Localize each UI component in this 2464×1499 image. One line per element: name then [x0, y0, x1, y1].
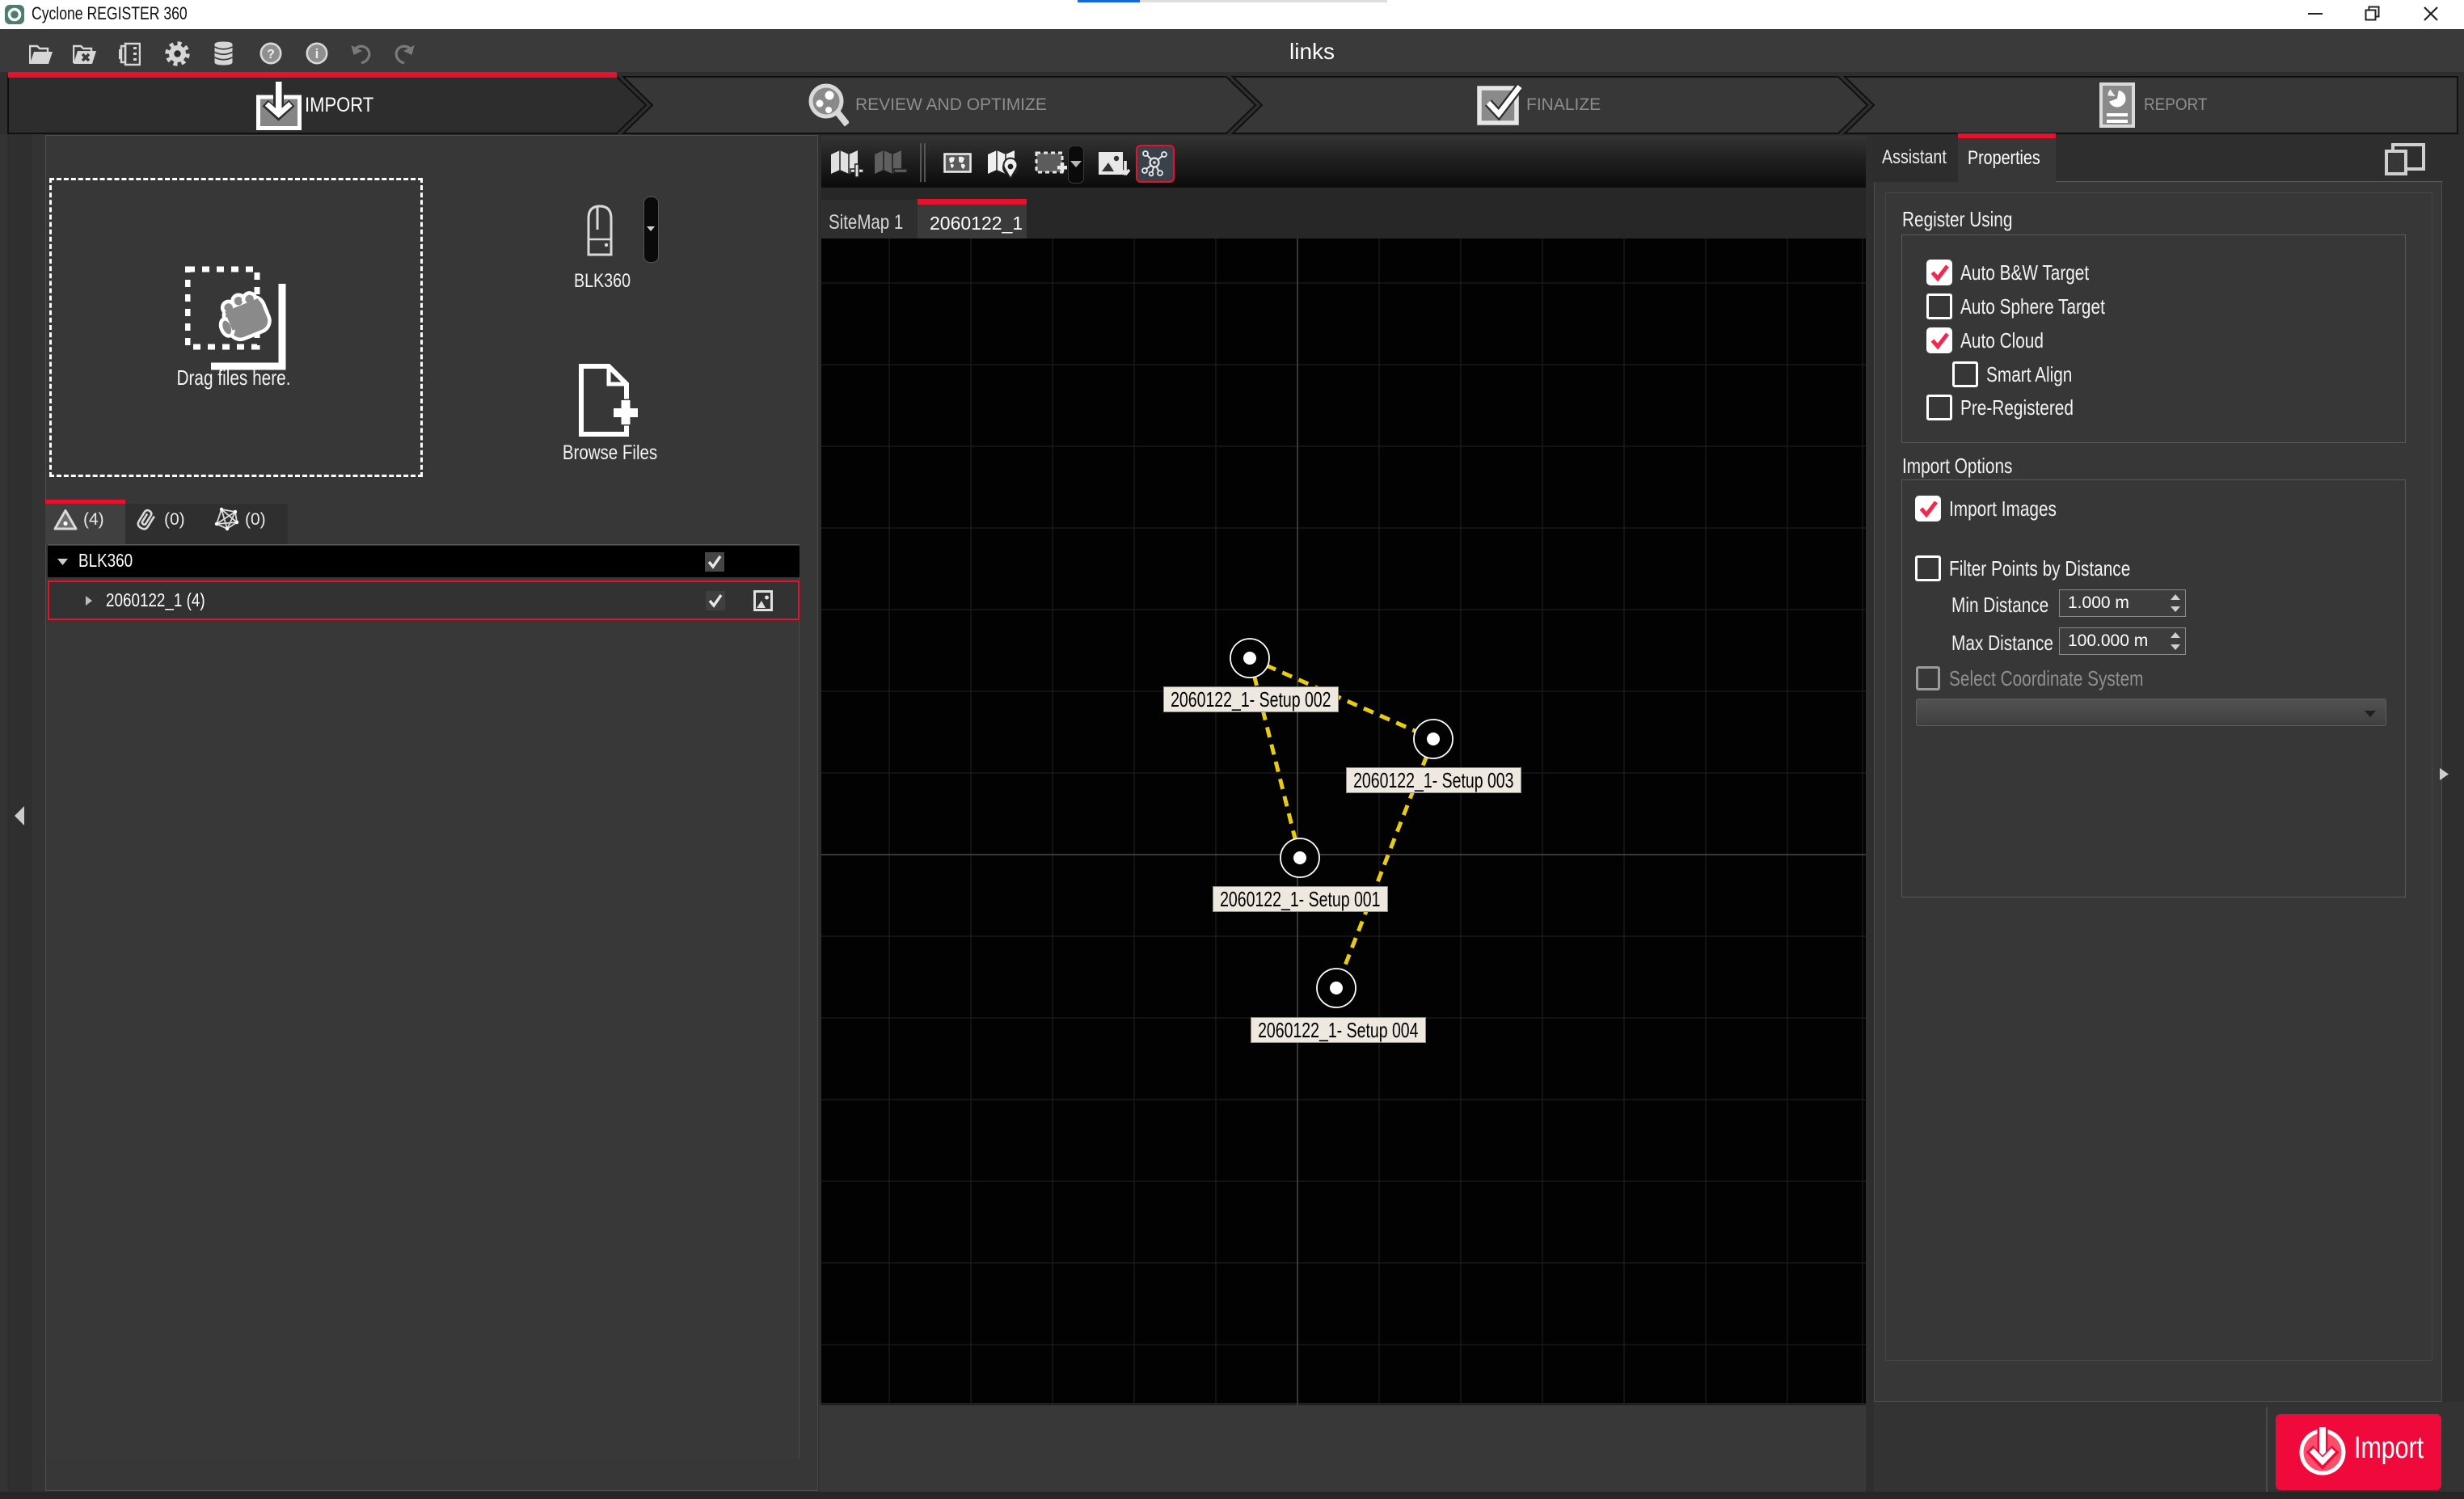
- svg-text:i: i: [315, 46, 319, 61]
- svg-text:?: ?: [267, 48, 275, 61]
